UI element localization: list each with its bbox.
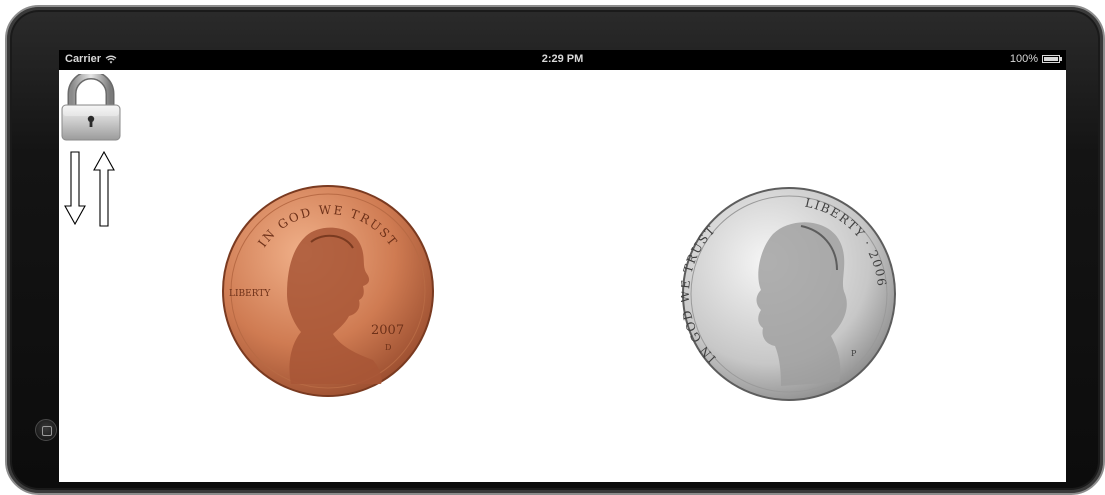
nickel-coin[interactable]: IN GOD WE TRUST LIBERTY · 2006 P (681, 186, 897, 402)
battery-percent: 100% (1009, 53, 1038, 65)
rotate-arrows-control[interactable] (63, 150, 117, 228)
status-right: 100% (1009, 53, 1062, 65)
status-time: 2:29 PM (541, 53, 584, 65)
home-button[interactable] (35, 419, 57, 441)
battery-icon (1042, 55, 1062, 63)
padlock-icon (61, 70, 121, 141)
penny-liberty: LIBERTY (229, 289, 271, 299)
app-screen: Carrier 2:29 PM 100% IN GOD WE TRUST LIB… (59, 50, 1066, 482)
penny-coin[interactable]: IN GOD WE TRUST LIBERTY 2007 D (221, 184, 435, 398)
home-square-icon (42, 426, 52, 436)
lock-button[interactable] (59, 70, 123, 142)
nickel-mint-mark: P (851, 349, 857, 358)
status-bar: Carrier 2:29 PM 100% (59, 50, 1066, 70)
up-down-arrows-icon (64, 150, 115, 227)
penny-year: 2007 (371, 323, 404, 338)
battery-fill (1044, 57, 1058, 61)
penny-mint-mark: D (385, 343, 391, 352)
battery-nub (1060, 57, 1062, 61)
